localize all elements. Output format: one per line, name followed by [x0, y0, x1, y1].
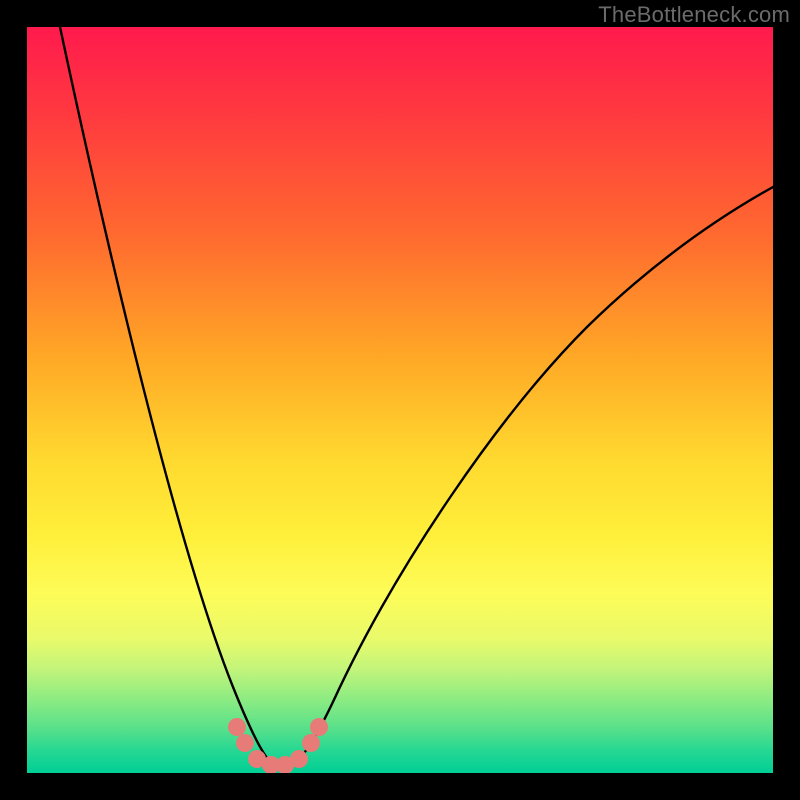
chart-plot-area: [27, 27, 773, 773]
curve-marker: [228, 718, 246, 736]
curve-marker: [290, 750, 308, 768]
bottleneck-curve: [60, 27, 773, 767]
curve-marker: [302, 734, 320, 752]
bottleneck-curve-svg: [27, 27, 773, 773]
curve-marker: [310, 718, 328, 736]
curve-marker-group: [228, 718, 328, 773]
curve-marker: [236, 734, 254, 752]
watermark-text: TheBottleneck.com: [598, 2, 790, 28]
